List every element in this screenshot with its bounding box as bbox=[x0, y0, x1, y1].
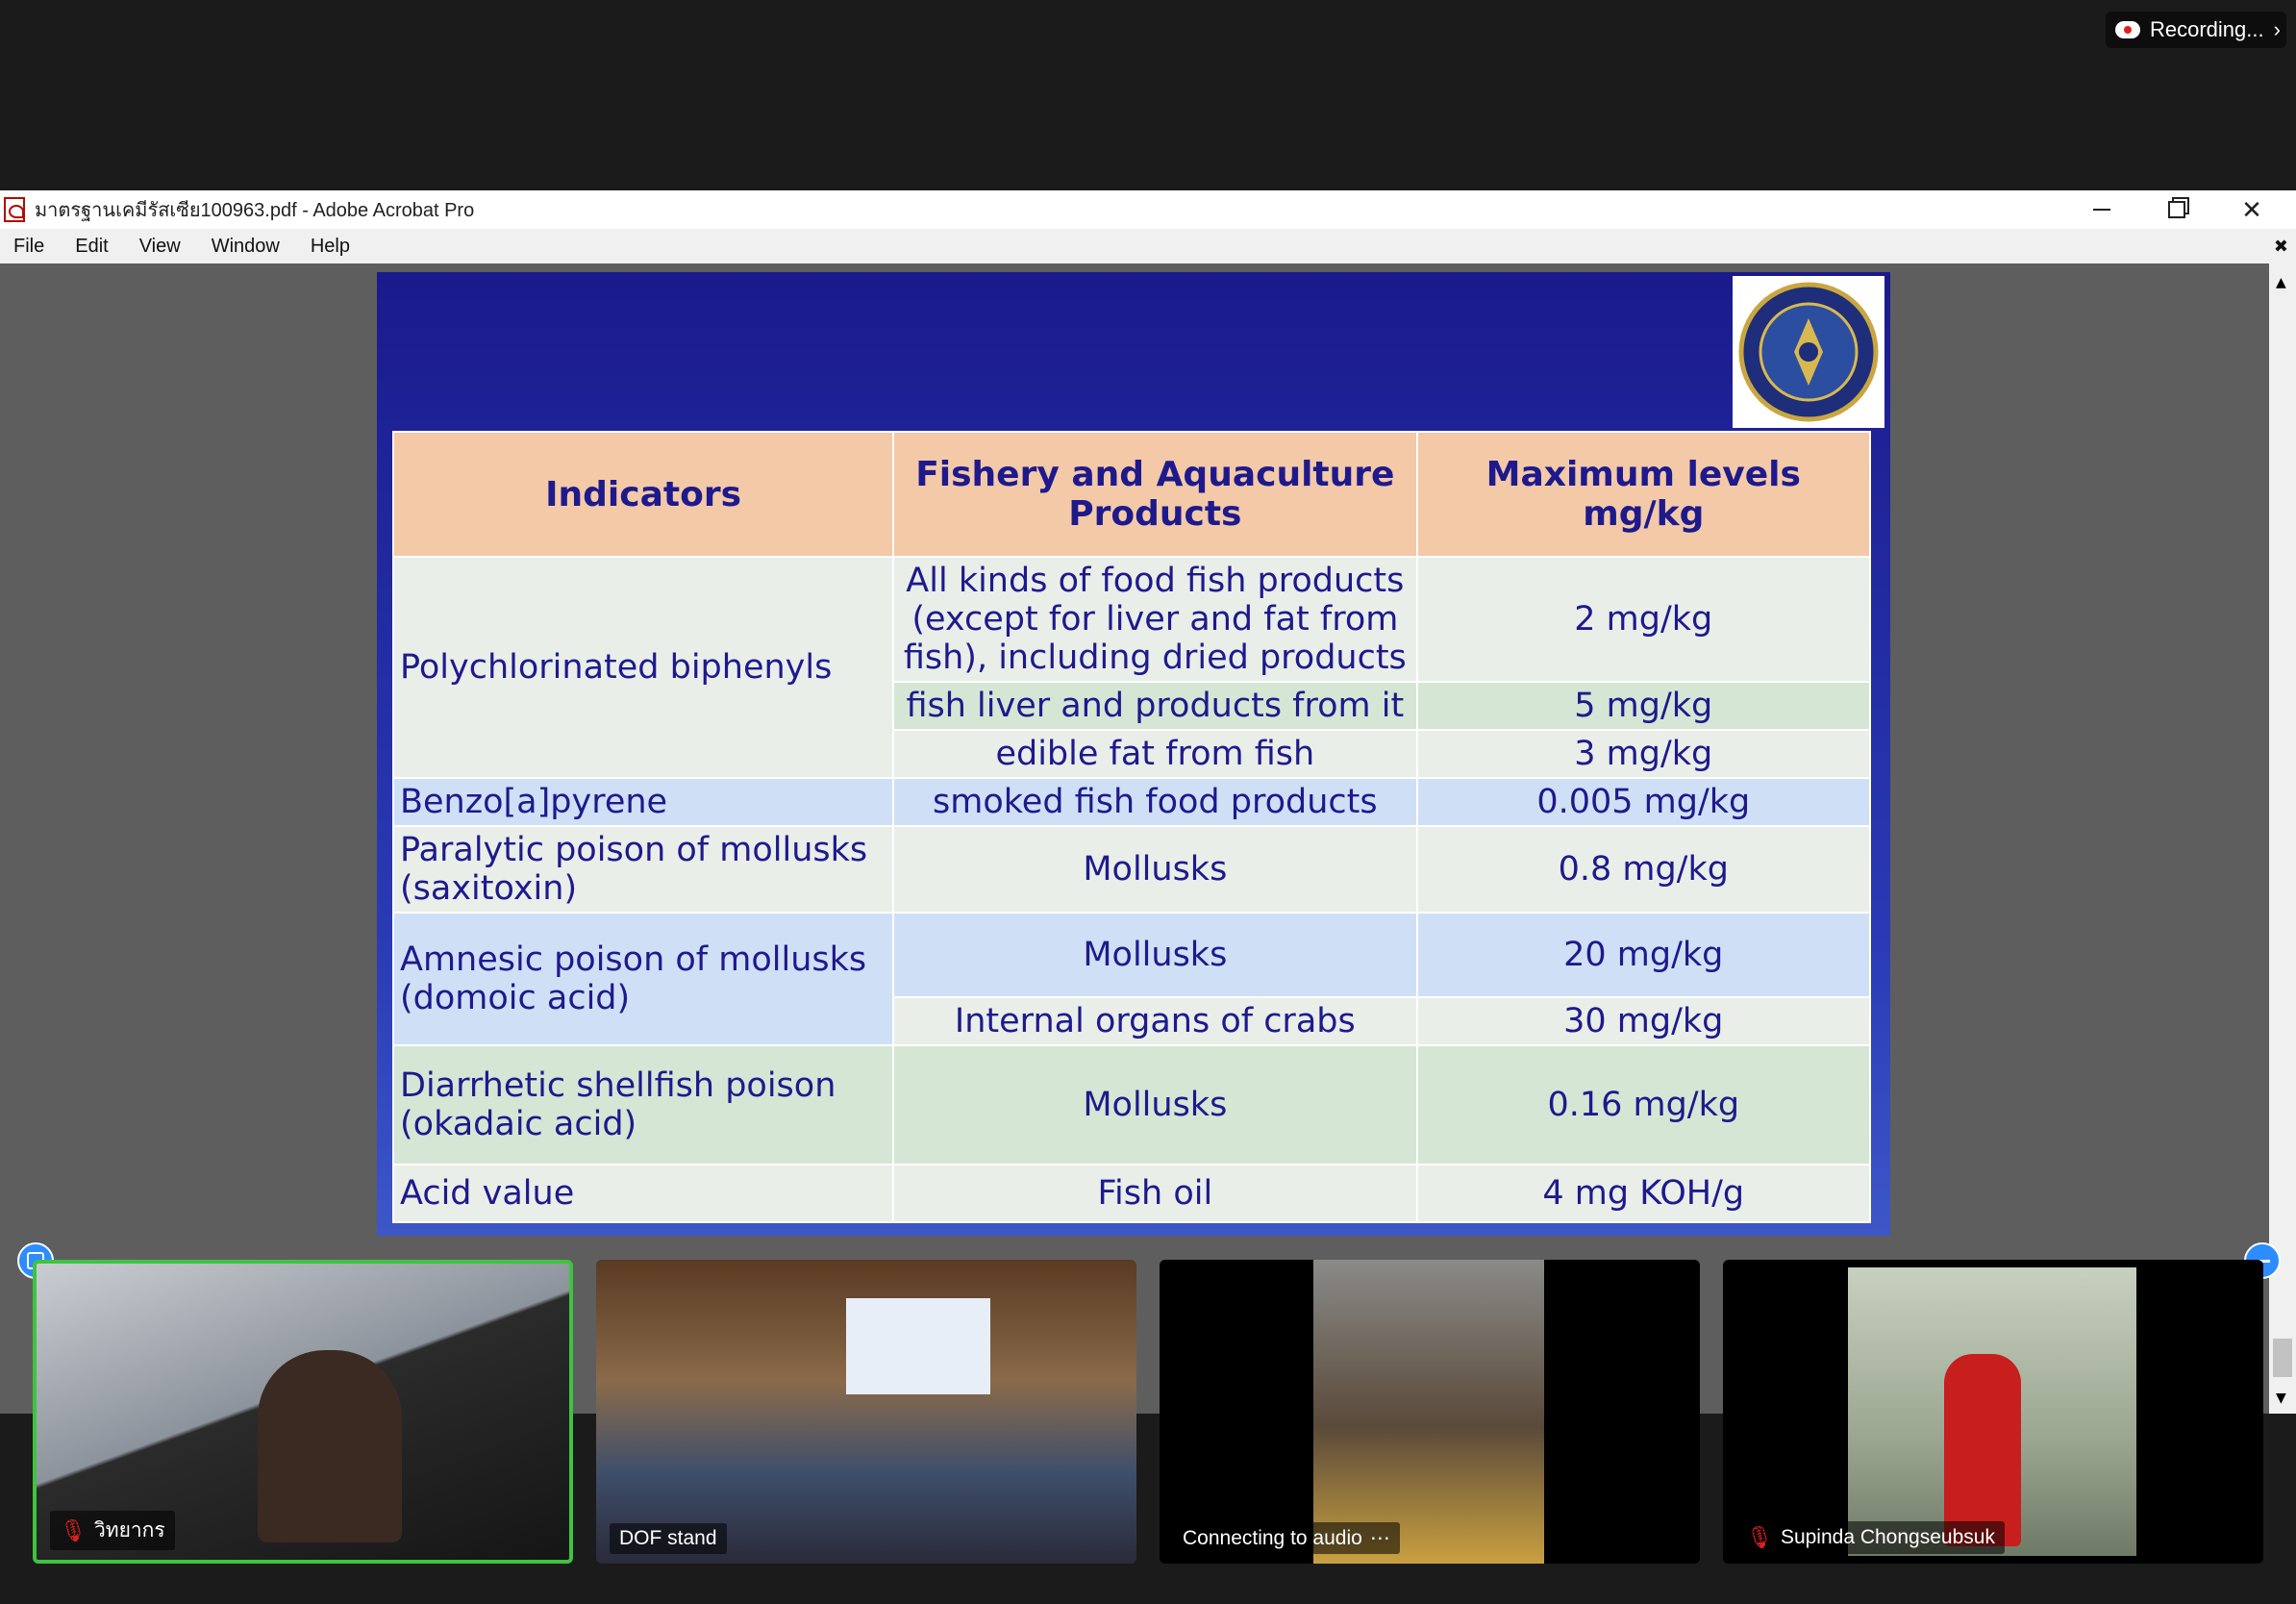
table-row: Paralytic poison of mollusks (saxitoxin)… bbox=[391, 825, 1872, 914]
video-tile-speaker[interactable]: 🎙 วิทยากร bbox=[33, 1260, 573, 1564]
scroll-up-icon: ▲ bbox=[2276, 275, 2286, 290]
participant-name: วิทยากร bbox=[93, 1519, 165, 1541]
close-document-button[interactable]: ✖ bbox=[2274, 237, 2288, 257]
restore-button[interactable] bbox=[2148, 190, 2206, 229]
product-cell: Mollusks bbox=[892, 1044, 1418, 1165]
indicator-cell: Acid value bbox=[391, 1164, 895, 1223]
product-cell: Internal organs of crabs bbox=[892, 996, 1418, 1046]
participant-photo bbox=[1848, 1267, 2136, 1556]
seal-emblem-icon bbox=[1738, 282, 1879, 422]
restore-icon bbox=[2168, 201, 2185, 218]
chevron-right-icon: › bbox=[2273, 17, 2281, 41]
level-cell: 4 mg KOH/g bbox=[1415, 1164, 1872, 1223]
product-cell: edible fat from fish bbox=[892, 729, 1418, 779]
loading-dots-icon: ⋯ bbox=[1369, 1527, 1390, 1549]
recording-indicator[interactable]: Recording... › bbox=[2106, 12, 2286, 48]
vertical-scrollbar[interactable]: ▲ ▼ bbox=[2269, 263, 2296, 1414]
level-cell: 2 mg/kg bbox=[1415, 556, 1872, 683]
minimize-icon bbox=[2093, 209, 2110, 211]
menu-view[interactable]: View bbox=[139, 236, 181, 258]
column-header: Maximum levels mg/kg bbox=[1415, 431, 1872, 558]
close-icon: ✕ bbox=[2241, 194, 2262, 224]
pdf-slide-page: Indicators Fishery and Aquaculture Produ… bbox=[377, 272, 1890, 1236]
table-row: Acid value Fish oil 4 mg KOH/g bbox=[391, 1164, 1872, 1223]
participant-name: Supinda Chongseubsuk bbox=[1780, 1526, 1995, 1548]
close-button[interactable]: ✕ bbox=[2223, 190, 2281, 229]
pdf-file-icon bbox=[4, 197, 25, 222]
table-row: Amnesic poison of mollusks (domoic acid)… bbox=[391, 912, 1872, 1046]
menu-edit[interactable]: Edit bbox=[75, 236, 108, 258]
product-cell: All kinds of food fish products (except … bbox=[892, 556, 1418, 683]
scroll-thumb[interactable] bbox=[2273, 1339, 2292, 1377]
menu-file[interactable]: File bbox=[13, 236, 44, 258]
muted-mic-icon: 🎙 bbox=[60, 1517, 87, 1542]
video-tile-connecting[interactable]: Connecting to audio ⋯ bbox=[1160, 1260, 1700, 1564]
muted-mic-icon: 🎙 bbox=[1746, 1525, 1773, 1549]
participant-name: Connecting to audio bbox=[1183, 1526, 1362, 1549]
level-cell: 0.16 mg/kg bbox=[1415, 1044, 1872, 1165]
menu-window[interactable]: Window bbox=[212, 236, 280, 258]
column-header: Indicators bbox=[391, 431, 895, 558]
indicator-cell: Polychlorinated biphenyls bbox=[391, 556, 895, 779]
department-seal-logo bbox=[1733, 276, 1884, 428]
video-tile-dof-stand[interactable]: DOF stand bbox=[596, 1260, 1136, 1564]
product-cell: Mollusks bbox=[892, 825, 1418, 914]
level-cell: 5 mg/kg bbox=[1415, 681, 1872, 731]
product-cell: Fish oil bbox=[892, 1164, 1418, 1223]
projector-screen bbox=[846, 1298, 990, 1394]
recording-label: Recording... bbox=[2150, 17, 2264, 41]
level-cell: 30 mg/kg bbox=[1415, 996, 1872, 1046]
video-tile-supinda[interactable]: 🎙 Supinda Chongseubsuk bbox=[1723, 1260, 2263, 1564]
window-titlebar: มาตรฐานเคมีรัสเซีย100963.pdf - Adobe Acr… bbox=[0, 190, 2296, 229]
menu-bar: File Edit View Window Help ✖ bbox=[0, 229, 2296, 263]
indicator-cell: Paralytic poison of mollusks (saxitoxin) bbox=[391, 825, 895, 914]
window-title: มาตรฐานเคมีรัสเซีย100963.pdf - Adobe Acr… bbox=[35, 200, 475, 221]
level-cell: 20 mg/kg bbox=[1415, 912, 1872, 998]
cloud-record-icon bbox=[2115, 21, 2140, 38]
table-row: Benzo[a]pyrene smoked fish food products… bbox=[391, 777, 1872, 827]
indicator-cell: Amnesic poison of mollusks (domoic acid) bbox=[391, 912, 895, 1046]
table-row: Polychlorinated biphenyls All kinds of f… bbox=[391, 556, 1872, 779]
level-cell: 3 mg/kg bbox=[1415, 729, 1872, 779]
product-cell: fish liver and products from it bbox=[892, 681, 1418, 731]
indicator-cell: Diarrhetic shellfish poison (okadaic aci… bbox=[391, 1044, 895, 1165]
participant-name: DOF stand bbox=[619, 1527, 717, 1549]
menu-help[interactable]: Help bbox=[311, 236, 350, 258]
participant-video bbox=[1313, 1260, 1544, 1564]
minimize-button[interactable] bbox=[2073, 190, 2131, 229]
table-header-row: Indicators Fishery and Aquaculture Produ… bbox=[391, 431, 1872, 558]
indicator-cell: Benzo[a]pyrene bbox=[391, 777, 895, 827]
level-cell: 0.8 mg/kg bbox=[1415, 825, 1872, 914]
participant-video bbox=[258, 1350, 402, 1542]
product-cell: Mollusks bbox=[892, 912, 1418, 998]
table-row: Diarrhetic shellfish poison (okadaic aci… bbox=[391, 1044, 1872, 1165]
level-cell: 0.005 mg/kg bbox=[1415, 777, 1872, 827]
scroll-down-icon: ▼ bbox=[2276, 1391, 2286, 1406]
product-cell: smoked fish food products bbox=[892, 777, 1418, 827]
fishery-max-levels-table: Indicators Fishery and Aquaculture Produ… bbox=[391, 431, 1872, 1223]
column-header: Fishery and Aquaculture Products bbox=[892, 431, 1418, 558]
